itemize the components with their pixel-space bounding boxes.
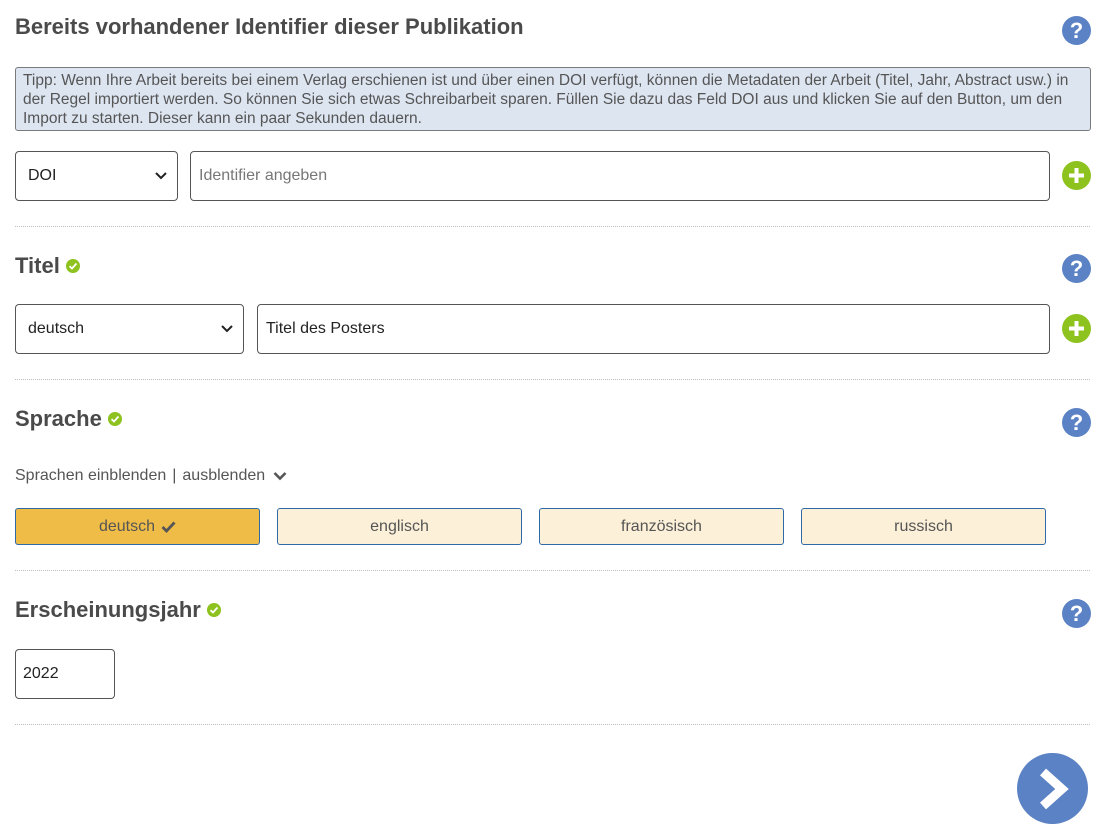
help-symbol: ? — [1069, 17, 1084, 43]
plus-icon — [1069, 168, 1084, 183]
check-circle-icon — [107, 412, 122, 426]
next-step-button[interactable] — [1017, 753, 1088, 824]
check-circle-icon — [206, 603, 221, 617]
section-divider — [15, 226, 1090, 227]
language-option-label: englisch — [370, 517, 429, 535]
language-option-deutsch[interactable]: deutsch — [15, 508, 260, 545]
language-section-text: Sprache — [15, 406, 102, 431]
language-option-label: französisch — [621, 517, 702, 535]
title-language-select[interactable]: deutsch — [15, 304, 244, 354]
chevron-down-icon — [221, 325, 233, 333]
language-option-englisch[interactable]: englisch — [277, 508, 522, 545]
language-toggle-row: Sprachen einblenden | ausblenden — [15, 467, 287, 485]
year-input[interactable]: 2022 — [15, 649, 115, 699]
identifier-section-title: Bereits vorhandener Identifier dieser Pu… — [15, 14, 524, 40]
identifier-title-text: Bereits vorhandener Identifier dieser Pu… — [15, 14, 524, 39]
chevron-down-icon — [155, 172, 167, 180]
plus-icon — [1069, 321, 1084, 336]
help-symbol: ? — [1069, 409, 1084, 435]
identifier-input[interactable]: Identifier angeben — [190, 151, 1050, 201]
identifier-placeholder: Identifier angeben — [199, 167, 328, 184]
hide-languages-link[interactable]: ausblenden — [182, 467, 265, 485]
add-identifier-plus-icon[interactable] — [1062, 161, 1091, 190]
title-help-icon[interactable]: ? — [1062, 254, 1091, 283]
help-symbol: ? — [1069, 600, 1084, 626]
import-tip-text: Tipp: Wenn Ihre Arbeit bereits bei einem… — [23, 72, 1069, 127]
title-section-title: Titel — [15, 253, 80, 279]
title-input[interactable]: Titel des Posters — [257, 304, 1050, 354]
language-help-icon[interactable]: ? — [1062, 408, 1091, 437]
language-option-label: russisch — [894, 517, 953, 535]
language-option-franzoesisch[interactable]: französisch — [539, 508, 784, 545]
checkmark-icon — [161, 521, 176, 533]
year-value: 2022 — [23, 665, 59, 682]
show-languages-link[interactable]: Sprachen einblenden — [15, 467, 166, 485]
help-symbol: ? — [1069, 255, 1084, 281]
identifier-type-select[interactable]: DOI — [15, 151, 178, 201]
identifier-type-value: DOI — [28, 167, 57, 184]
section-divider — [15, 724, 1090, 725]
section-divider — [15, 570, 1090, 571]
language-option-label: deutsch — [98, 517, 156, 535]
title-section-text: Titel — [15, 253, 60, 278]
year-section-text: Erscheinungsjahr — [15, 597, 201, 622]
language-option-russisch[interactable]: russisch — [801, 508, 1046, 545]
title-value: Titel des Posters — [266, 320, 385, 337]
language-section-title: Sprache — [15, 406, 122, 432]
title-language-value: deutsch — [28, 320, 85, 337]
add-title-plus-icon[interactable] — [1062, 314, 1091, 343]
year-help-icon[interactable]: ? — [1062, 599, 1091, 628]
import-tip-box: Tipp: Wenn Ihre Arbeit bereits bei einem… — [15, 67, 1091, 131]
identifier-help-icon[interactable]: ? — [1062, 16, 1091, 45]
toggle-separator: | — [172, 467, 177, 484]
year-section-title: Erscheinungsjahr — [15, 597, 221, 623]
chevron-down-icon[interactable] — [273, 471, 287, 481]
section-divider — [15, 379, 1090, 380]
next-arrow-icon — [1039, 768, 1069, 809]
check-circle-icon — [65, 259, 80, 273]
